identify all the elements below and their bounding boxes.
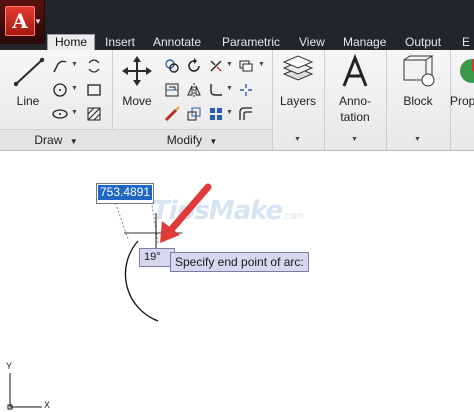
tab-manage[interactable]: Manage <box>343 35 386 50</box>
tab-view[interactable]: View <box>299 35 325 50</box>
tab-insert[interactable]: Insert <box>105 35 135 50</box>
chevron-down-icon[interactable]: ▼ <box>414 136 421 143</box>
fillet-icon[interactable] <box>206 80 226 100</box>
ucs-y-label: Y <box>6 361 13 371</box>
autocad-logo-icon: A <box>5 6 35 36</box>
layers-panel: Layers ▼ <box>272 50 325 150</box>
chevron-down-icon[interactable]: ▼ <box>71 61 78 68</box>
tab-annotate[interactable]: Annotate <box>153 35 201 50</box>
chevron-down-icon[interactable]: ▼ <box>71 85 78 92</box>
chevron-down-icon: ▼ <box>34 17 42 26</box>
draw-panel-title[interactable]: Draw ▼ <box>0 129 112 150</box>
dynamic-input-field[interactable]: 753.4891 <box>96 183 154 204</box>
drawing-geometry <box>7 183 212 410</box>
line-button[interactable]: Line <box>8 54 48 112</box>
chevron-down-icon[interactable]: ▼ <box>294 136 301 143</box>
modify-title-label: Modify <box>166 133 203 147</box>
properties-button[interactable]: Prop <box>450 54 474 114</box>
block-label: Block <box>403 94 433 108</box>
tab-home[interactable]: Home <box>47 34 96 51</box>
annotation-label-line1: Anno- <box>338 94 372 108</box>
rotate-icon[interactable] <box>184 56 204 76</box>
trim-icon[interactable] <box>206 56 226 76</box>
block-button[interactable]: Block <box>386 54 450 114</box>
block-panel: Block ▼ <box>386 50 451 150</box>
chevron-down-icon[interactable]: ▼ <box>226 85 233 92</box>
explode-icon[interactable] <box>236 80 256 100</box>
properties-icon <box>460 59 474 83</box>
dynamic-input-value: 753.4891 <box>98 185 152 200</box>
mirror-tool-icon[interactable] <box>184 80 204 100</box>
drawing-canvas[interactable]: TipsMake.com 753.4891 19° Specify end po… <box>0 151 474 412</box>
annotation-label-line2: tation <box>340 110 370 124</box>
chevron-down-icon[interactable]: ▼ <box>226 61 233 68</box>
ribbon: Line ▼ ▼ ▼ Draw ▼ Move ▼ ▼ ▼ ▼ Modify ▼ … <box>0 50 474 151</box>
stretch-icon[interactable] <box>162 104 182 124</box>
layers-button[interactable]: Layers <box>272 54 324 114</box>
tab-parametric[interactable]: Parametric <box>222 35 280 50</box>
annotation-panel: Anno- tation ▼ <box>324 50 387 150</box>
rectangle-icon[interactable] <box>84 80 104 100</box>
chevron-down-icon: ▼ <box>209 137 218 146</box>
scale-icon[interactable] <box>184 104 204 124</box>
polyline-icon[interactable] <box>50 56 70 76</box>
chevron-down-icon[interactable]: ▼ <box>71 109 78 116</box>
offset-icon[interactable] <box>236 104 256 124</box>
properties-label: Prop <box>450 94 474 108</box>
draw-title-label: Draw <box>34 133 63 147</box>
red-arrow-icon <box>166 183 212 235</box>
ucs-x-label: X <box>44 400 51 410</box>
tab-output[interactable]: Output <box>405 35 441 50</box>
line-tool-icon <box>13 57 45 87</box>
line-label: Line <box>16 94 40 108</box>
annotation-button[interactable]: Anno- tation <box>324 53 386 130</box>
move-label: Move <box>122 94 152 108</box>
chevron-down-icon[interactable]: ▼ <box>258 61 265 68</box>
draw-panel: Line ▼ ▼ ▼ Draw ▼ <box>0 50 113 150</box>
layers-icon <box>282 55 314 81</box>
application-menu-button[interactable]: A ▼ <box>0 0 45 44</box>
modify-panel: Move ▼ ▼ ▼ ▼ Modify ▼ <box>112 50 273 150</box>
properties-panel: Prop <box>450 50 474 150</box>
block-icon <box>403 55 435 87</box>
ellipse-icon[interactable] <box>50 104 70 124</box>
modify-panel-title[interactable]: Modify ▼ <box>112 129 272 150</box>
chevron-down-icon[interactable]: ▼ <box>226 109 233 116</box>
hatch-icon[interactable] <box>84 104 104 124</box>
tab-express[interactable]: E <box>462 35 470 50</box>
chevron-down-icon[interactable]: ▼ <box>351 136 358 143</box>
arc-tool-icon[interactable] <box>84 56 104 76</box>
copy-icon[interactable] <box>162 56 182 76</box>
move-icon <box>122 56 152 86</box>
erase-icon[interactable] <box>236 56 256 76</box>
move-button[interactable]: Move <box>116 54 158 112</box>
array-icon[interactable] <box>206 104 226 124</box>
circle-icon[interactable] <box>50 80 70 100</box>
chevron-down-icon: ▼ <box>69 137 78 146</box>
layers-label: Layers <box>279 94 317 108</box>
text-a-icon <box>342 53 368 87</box>
command-prompt-tooltip: Specify end point of arc: <box>170 252 309 272</box>
mirror-icon[interactable] <box>162 80 182 100</box>
ribbon-tab-strip: A ▼ Home Insert Annotate Parametric View… <box>0 0 474 51</box>
